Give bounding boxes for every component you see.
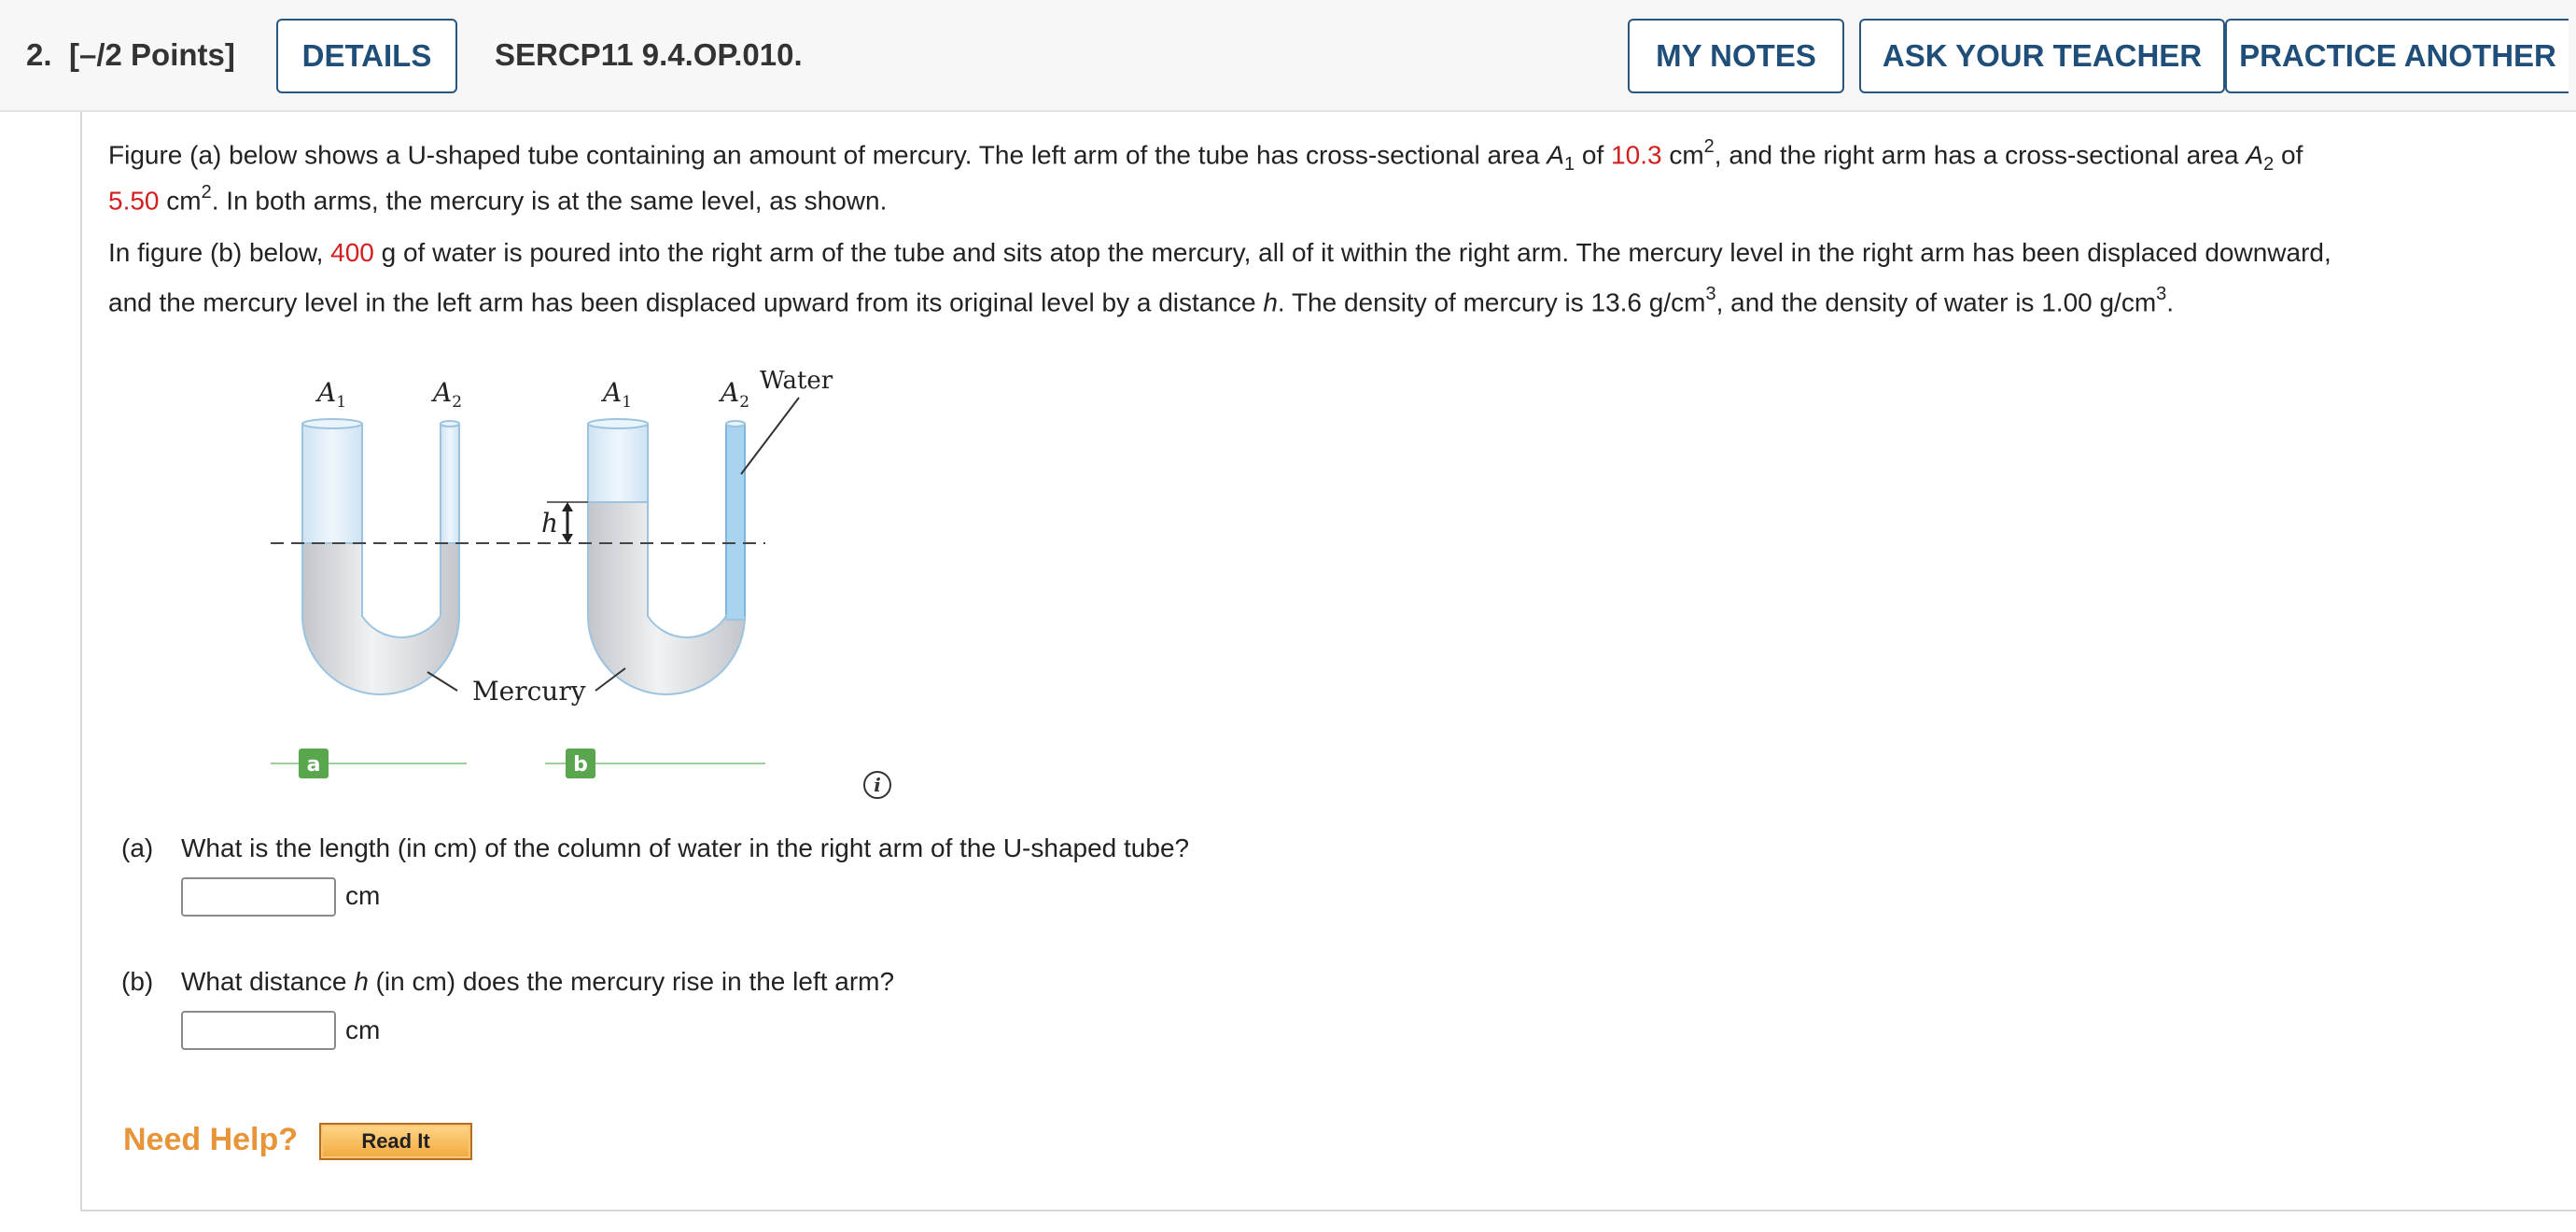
question-header: 2. [–/2 Points] DETAILS SERCP11 9.4.OP.0… bbox=[0, 0, 2576, 112]
answer-b-input[interactable] bbox=[181, 1011, 336, 1050]
var-h: h bbox=[1263, 287, 1278, 317]
mercury-pointer-a bbox=[427, 671, 458, 692]
question-a-text: What is the length (in cm) of the column… bbox=[181, 833, 1190, 862]
ask-your-teacher-button[interactable]: ASK YOUR TEACHER bbox=[1859, 19, 2225, 93]
read-it-button[interactable]: Read It bbox=[319, 1123, 472, 1160]
question-a: (a) What is the length (in cm) of the col… bbox=[121, 833, 1189, 863]
tube-b bbox=[587, 418, 746, 695]
area-a2-value: 5.50 bbox=[108, 186, 160, 216]
label-a1-fig-b: A1 bbox=[600, 377, 632, 412]
problem-line-3: In figure (b) below, 400 g of water is p… bbox=[108, 238, 2331, 267]
u-tube-figure: h A1 A2 A1 A2 Water Mercury a b bbox=[271, 367, 833, 778]
water-pointer bbox=[740, 397, 800, 475]
var-A2: A bbox=[2246, 140, 2264, 170]
question-points: [–/2 Points] bbox=[69, 37, 235, 72]
question-b: (b) What distance h (in cm) does the merc… bbox=[121, 967, 895, 996]
mercury-label: Mercury bbox=[472, 676, 586, 707]
question-code: SERCP11 9.4.OP.010. bbox=[495, 37, 803, 72]
my-notes-button[interactable]: MY NOTES bbox=[1628, 19, 1844, 93]
problem-line-4: and the mercury level in the left arm ha… bbox=[108, 284, 2175, 317]
water-mass-value: 400 bbox=[330, 238, 374, 267]
label-a2-fig-b: A2 bbox=[718, 377, 749, 412]
label-a1-fig-a: A1 bbox=[315, 377, 346, 412]
question-b-label: (b) bbox=[121, 967, 154, 996]
info-icon[interactable]: i bbox=[863, 771, 891, 799]
answer-b-unit: cm bbox=[345, 1015, 381, 1044]
label-a2-fig-a: A2 bbox=[430, 377, 462, 412]
mercury-a bbox=[301, 542, 460, 695]
svg-text:h: h bbox=[541, 508, 558, 539]
water-label: Water bbox=[760, 367, 833, 395]
need-help-label: Need Help? bbox=[123, 1122, 299, 1157]
question-b-var-h: h bbox=[354, 967, 369, 996]
var-A1: A bbox=[1547, 140, 1564, 170]
answer-a-input[interactable] bbox=[181, 877, 336, 917]
svg-text:b: b bbox=[573, 753, 588, 777]
svg-text:a: a bbox=[307, 753, 321, 777]
practice-another-button[interactable]: PRACTICE ANOTHER bbox=[2225, 19, 2569, 93]
water-column bbox=[725, 423, 746, 621]
area-a1-value: 10.3 bbox=[1611, 140, 1662, 170]
h-indicator: h bbox=[541, 501, 588, 543]
details-button[interactable]: DETAILS bbox=[276, 19, 457, 93]
question-number: 2. bbox=[26, 37, 52, 72]
tube-a bbox=[301, 418, 460, 695]
problem-line-2: 5.50 cm2. In both arms, the mercury is a… bbox=[108, 182, 888, 216]
mercury-b bbox=[587, 501, 746, 695]
question-a-label: (a) bbox=[121, 833, 154, 862]
answer-a-unit: cm bbox=[345, 881, 381, 910]
